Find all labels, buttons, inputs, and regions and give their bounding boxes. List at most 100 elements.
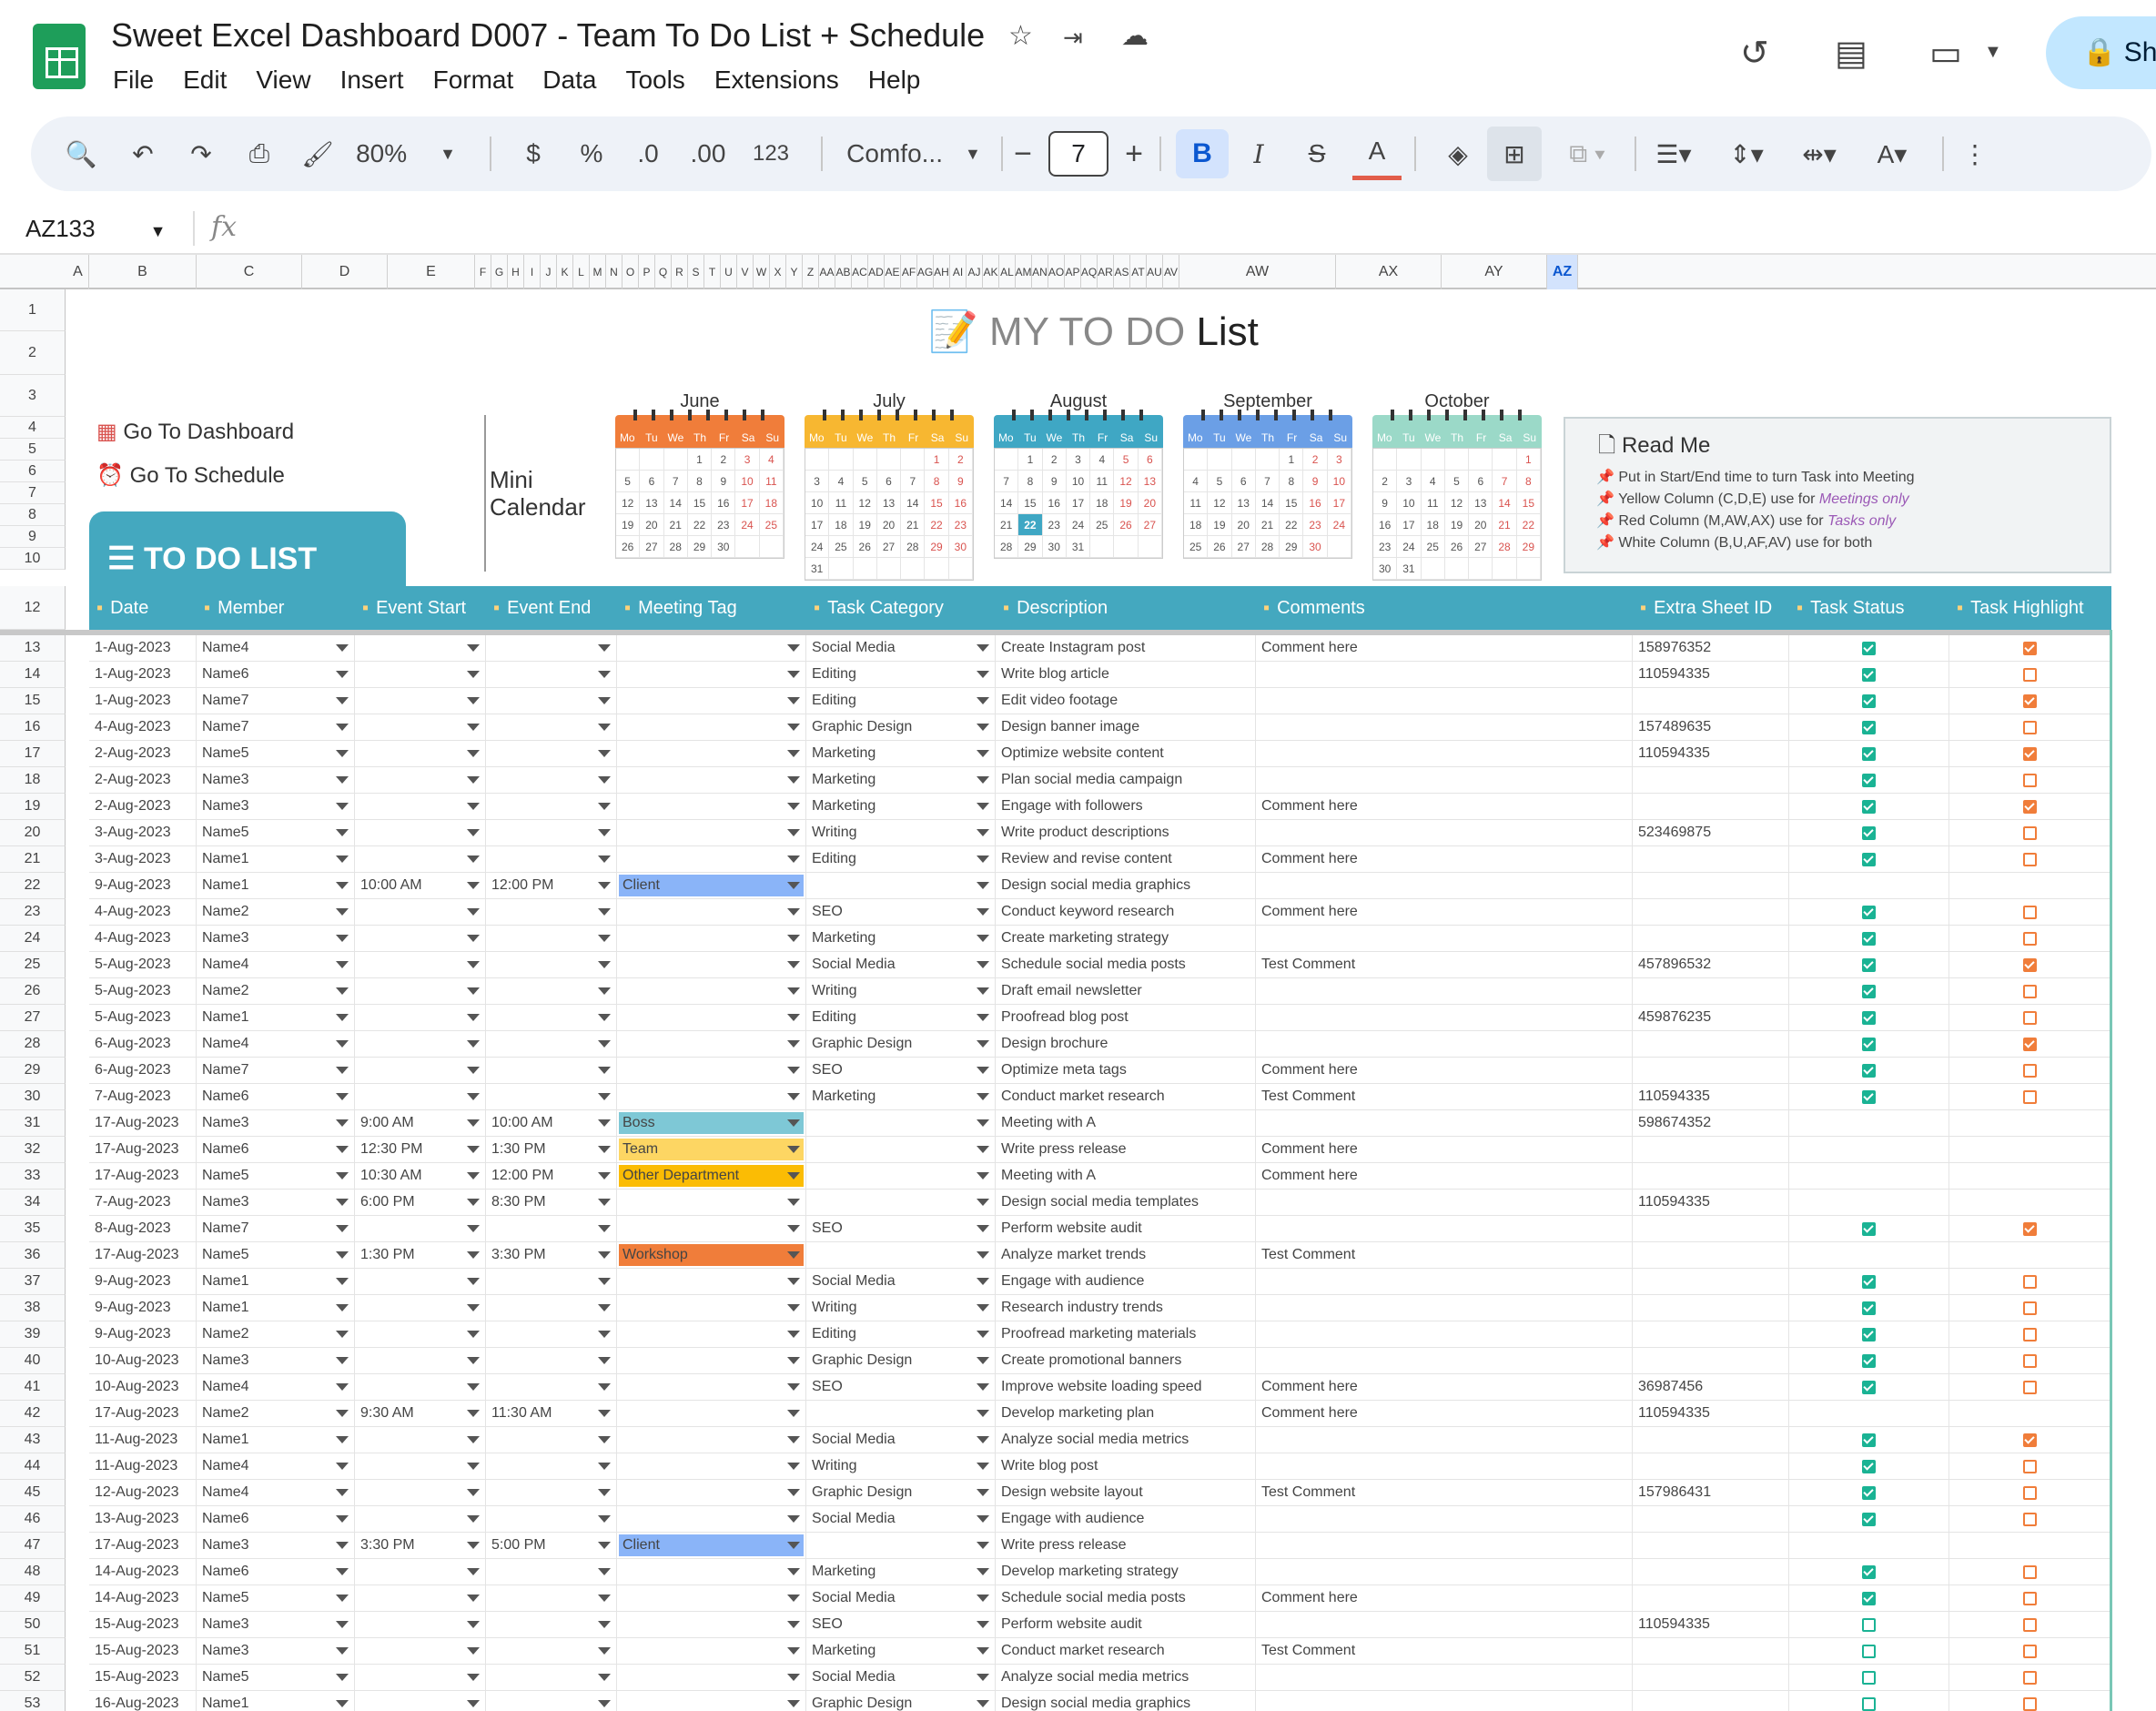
- cell-tag[interactable]: [617, 899, 806, 925]
- dropdown-arrow-icon[interactable]: [598, 1647, 611, 1655]
- cell-hl[interactable]: [1949, 952, 2111, 977]
- column-header-u[interactable]: U: [721, 255, 737, 289]
- dropdown-arrow-icon[interactable]: [977, 1331, 989, 1338]
- row-number[interactable]: 37: [0, 1269, 66, 1295]
- cell-end[interactable]: [486, 1453, 617, 1479]
- task-status-checkbox[interactable]: [1862, 1645, 1876, 1658]
- cell-desc[interactable]: Write press release: [996, 1137, 1256, 1162]
- row-number[interactable]: 30: [0, 1084, 66, 1110]
- cell-desc[interactable]: Create promotional banners: [996, 1348, 1256, 1373]
- dropdown-arrow-icon[interactable]: [977, 1621, 989, 1628]
- cell-start[interactable]: 6:00 PM: [355, 1190, 486, 1215]
- calendar-day[interactable]: 31: [1066, 536, 1091, 558]
- cell-hl[interactable]: [1949, 1242, 2111, 1268]
- cell-id[interactable]: [1633, 1242, 1789, 1268]
- task-status-checkbox[interactable]: [1862, 1697, 1876, 1711]
- cell-id[interactable]: [1633, 1559, 1789, 1584]
- calendar-day[interactable]: 27: [640, 536, 664, 558]
- cell-cat[interactable]: Social Media: [806, 1665, 996, 1690]
- dropdown-arrow-icon[interactable]: [787, 1331, 800, 1338]
- dropdown-arrow-icon[interactable]: [336, 1700, 349, 1707]
- cell-desc[interactable]: Analyze social media metrics: [996, 1427, 1256, 1453]
- calendar-day[interactable]: [901, 449, 926, 471]
- dropdown-arrow-icon[interactable]: [977, 1067, 989, 1074]
- cell-date[interactable]: 16-Aug-2023: [89, 1691, 197, 1711]
- calendar-day[interactable]: 21: [1255, 514, 1280, 536]
- header-description[interactable]: ▪ Description: [996, 586, 1256, 630]
- cell-end[interactable]: [486, 1559, 617, 1584]
- dropdown-arrow-icon[interactable]: [598, 935, 611, 942]
- column-header-ao[interactable]: AO: [1048, 255, 1065, 289]
- cell-date[interactable]: 17-Aug-2023: [89, 1163, 197, 1189]
- task-status-checkbox[interactable]: [1862, 1381, 1876, 1394]
- redo-icon[interactable]: ↷: [178, 116, 224, 191]
- cell-desc[interactable]: Review and revise content: [996, 846, 1256, 872]
- cell-tag[interactable]: [617, 846, 806, 872]
- bold-button[interactable]: B: [1176, 129, 1229, 178]
- cell-hl[interactable]: [1949, 846, 2111, 872]
- cell-tag[interactable]: Workshop: [617, 1242, 806, 1268]
- dropdown-arrow-icon[interactable]: [977, 1674, 989, 1681]
- search-icon[interactable]: 🔍: [58, 116, 104, 191]
- task-status-checkbox[interactable]: [1862, 906, 1876, 919]
- row-number[interactable]: 32: [0, 1137, 66, 1163]
- dropdown-arrow-icon[interactable]: [787, 644, 800, 652]
- calendar-day[interactable]: [901, 558, 926, 580]
- cell-end[interactable]: [486, 741, 617, 766]
- dropdown-arrow-icon[interactable]: [467, 724, 480, 731]
- cell-desc[interactable]: Design social media templates: [996, 1190, 1256, 1215]
- dropdown-arrow-icon[interactable]: [598, 1463, 611, 1470]
- row-number[interactable]: 36: [0, 1242, 66, 1269]
- cell-id[interactable]: [1633, 1665, 1789, 1690]
- calendar-day[interactable]: [1184, 449, 1209, 471]
- cell-start[interactable]: [355, 1031, 486, 1057]
- calendar-day[interactable]: 6: [1469, 471, 1493, 492]
- calendar-day[interactable]: 4: [1421, 471, 1445, 492]
- column-header-p[interactable]: P: [639, 255, 655, 289]
- header-date[interactable]: ▪ Date: [89, 586, 197, 630]
- header-task-highlight[interactable]: ▪ Task Highlight: [1949, 586, 2111, 630]
- cell-start[interactable]: [355, 978, 486, 1004]
- cell-member[interactable]: Name4: [197, 1480, 355, 1505]
- dropdown-arrow-icon[interactable]: [598, 987, 611, 995]
- calendar-day[interactable]: 16: [1303, 492, 1328, 514]
- dropdown-arrow-icon[interactable]: [977, 882, 989, 889]
- dropdown-arrow-icon[interactable]: [467, 1172, 480, 1179]
- cell-id[interactable]: [1633, 1295, 1789, 1321]
- cell-tag[interactable]: [617, 1348, 806, 1373]
- cell-comment[interactable]: Comment here: [1256, 635, 1633, 661]
- cell-member[interactable]: Name3: [197, 767, 355, 793]
- dropdown-arrow-icon[interactable]: [467, 1647, 480, 1655]
- calendar-day[interactable]: 15: [687, 492, 713, 514]
- column-header-am[interactable]: AM: [1016, 255, 1032, 289]
- header-event-start[interactable]: ▪ Event Start: [355, 586, 486, 630]
- cell-cat[interactable]: Editing: [806, 662, 996, 687]
- calendar-day[interactable]: [1493, 449, 1517, 471]
- cell-member[interactable]: Name6: [197, 1559, 355, 1584]
- calendar-day[interactable]: 15: [925, 492, 949, 514]
- cell-comment[interactable]: [1256, 688, 1633, 714]
- calendar-day[interactable]: 5: [1444, 471, 1470, 492]
- cell-id[interactable]: [1633, 1585, 1789, 1611]
- task-highlight-checkbox[interactable]: [2023, 906, 2037, 919]
- calendar-day[interactable]: 25: [1421, 536, 1445, 558]
- calendar-day[interactable]: 1: [1018, 449, 1043, 471]
- cell-date[interactable]: 10-Aug-2023: [89, 1374, 197, 1400]
- cell-status[interactable]: [1789, 1348, 1949, 1373]
- calendar-day[interactable]: [805, 449, 830, 471]
- cell-status[interactable]: [1789, 635, 1949, 661]
- dropdown-arrow-icon[interactable]: [787, 1595, 800, 1602]
- cell-member[interactable]: Name3: [197, 1638, 355, 1664]
- dropdown-arrow-icon[interactable]: [467, 1489, 480, 1496]
- cell-comment[interactable]: [1256, 820, 1633, 845]
- dropdown-arrow-icon[interactable]: [467, 1093, 480, 1100]
- calendar-day[interactable]: 30: [1303, 536, 1328, 558]
- column-header-a[interactable]: A: [67, 255, 89, 289]
- dropdown-arrow-icon[interactable]: [336, 1515, 349, 1523]
- dropdown-arrow-icon[interactable]: [787, 671, 800, 678]
- cell-status[interactable]: [1789, 1427, 1949, 1453]
- cell-member[interactable]: Name1: [197, 1269, 355, 1294]
- column-header-y[interactable]: Y: [786, 255, 803, 289]
- cell-id[interactable]: [1633, 1453, 1789, 1479]
- row-number[interactable]: 1: [0, 289, 66, 331]
